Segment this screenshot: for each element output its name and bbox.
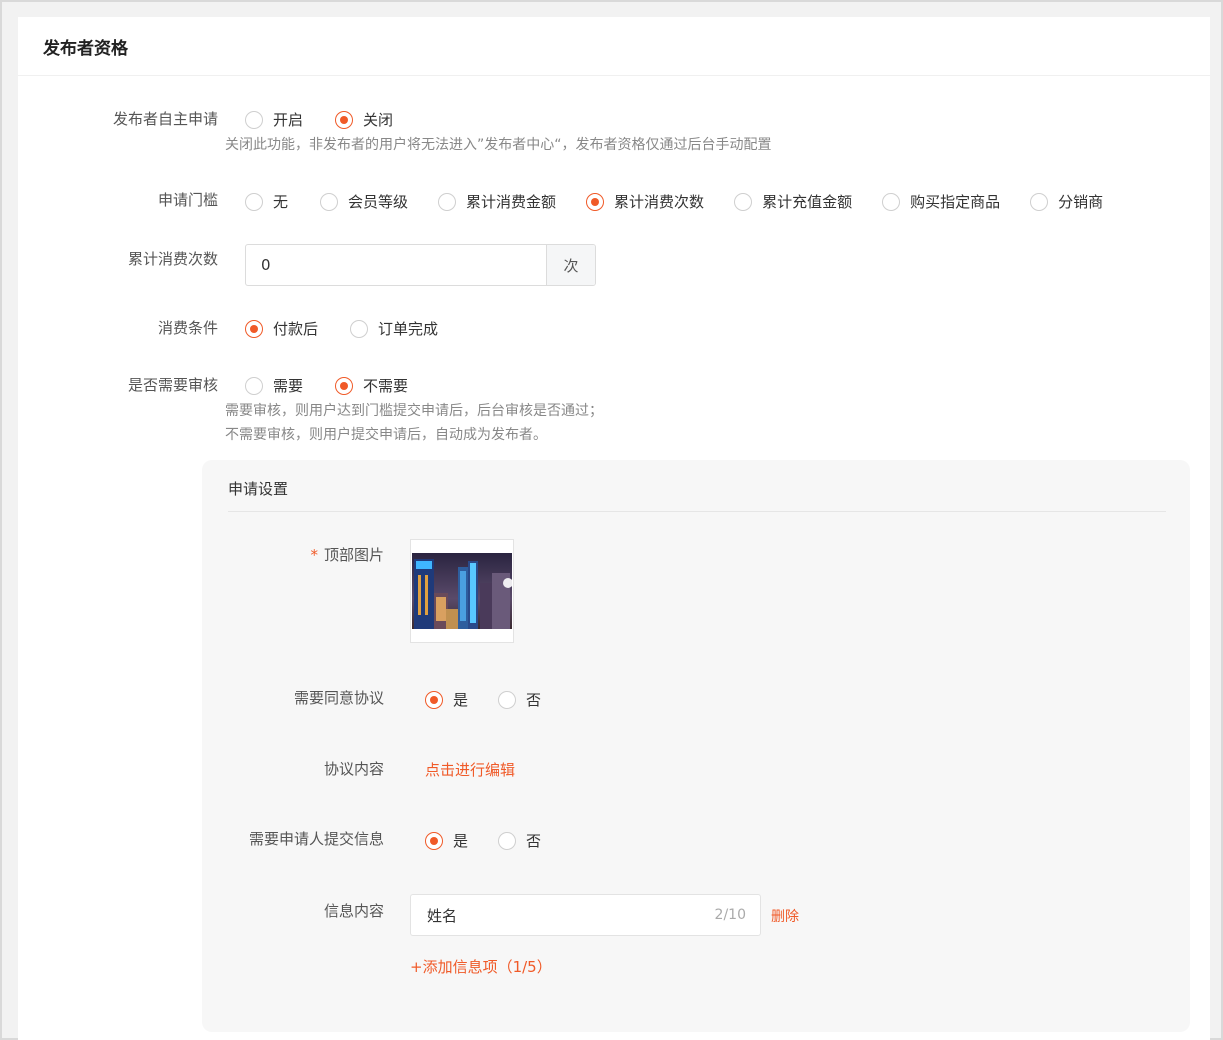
radio-dot-selected[interactable] <box>425 831 443 850</box>
threshold-option-total-recharge[interactable]: 累计充值金额 <box>734 191 852 212</box>
condition-option-completed[interactable]: 订单完成 <box>350 318 438 339</box>
apply-settings-panel: 申请设置 * 顶部图片 需要同意协议 是 否 协议内容 点击进行编辑 需要申请人… <box>202 460 1190 1032</box>
page-frame: 发布者资格 发布者自主申请 开启 关闭 关闭此功能，非发布者的用户将无法进入”发… <box>0 0 1223 1040</box>
review-label: 是否需要审核 <box>127 376 218 394</box>
info-item-value[interactable]: 姓名 <box>427 905 715 926</box>
agreement-label: 需要同意协议 <box>293 689 384 707</box>
submit-info-option-yes[interactable]: 是 <box>425 830 468 851</box>
radio-dot[interactable] <box>734 192 753 211</box>
radio-dot[interactable] <box>498 831 517 850</box>
settings-card: 发布者资格 发布者自主申请 开启 关闭 关闭此功能，非发布者的用户将无法进入”发… <box>18 17 1210 1040</box>
condition-option-paid[interactable]: 付款后 <box>245 318 318 339</box>
condition-label: 消费条件 <box>157 319 218 337</box>
delete-info-item-button[interactable]: 删除 <box>771 906 799 926</box>
self-apply-label: 发布者自主申请 <box>112 110 218 128</box>
review-radio-group: 需要 不需要 <box>245 375 408 396</box>
page-title: 发布者资格 <box>43 38 128 59</box>
radio-dot-selected[interactable] <box>335 110 354 129</box>
submit-info-radio-group: 是 否 <box>425 830 541 851</box>
city-night-image <box>412 553 512 629</box>
review-option-required[interactable]: 需要 <box>245 375 303 396</box>
threshold-option-specific-product[interactable]: 购买指定商品 <box>882 191 1000 212</box>
threshold-option-total-amount[interactable]: 累计消费金额 <box>438 191 556 212</box>
info-content-label: 信息内容 <box>323 902 384 920</box>
radio-dot-selected[interactable] <box>425 690 443 709</box>
apply-settings-title: 申请设置 <box>228 480 289 498</box>
agreement-option-no[interactable]: 否 <box>498 689 541 710</box>
count-label: 累计消费次数 <box>127 250 218 268</box>
self-apply-option-off[interactable]: 关闭 <box>335 109 393 130</box>
submit-info-option-no[interactable]: 否 <box>498 830 541 851</box>
count-unit: 次 <box>546 245 595 285</box>
card-header: 发布者资格 <box>18 17 1210 76</box>
radio-dot[interactable] <box>245 192 263 211</box>
threshold-option-member-level[interactable]: 会员等级 <box>320 191 408 212</box>
char-counter: 2/10 <box>714 907 746 923</box>
edit-agreement-link[interactable]: 点击进行编辑 <box>425 759 515 780</box>
radio-dot[interactable] <box>498 690 517 709</box>
radio-dot[interactable] <box>245 376 263 395</box>
review-option-not-required[interactable]: 不需要 <box>335 375 408 396</box>
radio-dot[interactable] <box>320 192 339 211</box>
agreement-content-label: 协议内容 <box>323 760 384 778</box>
radio-dot[interactable] <box>438 192 457 211</box>
count-input[interactable]: 0 <box>246 245 546 285</box>
threshold-option-none[interactable]: 无 <box>245 191 288 212</box>
count-input-group[interactable]: 0 次 <box>245 244 596 286</box>
agreement-option-yes[interactable]: 是 <box>425 689 468 710</box>
radio-dot-selected[interactable] <box>586 192 605 211</box>
required-mark: * <box>310 546 318 564</box>
radio-dot[interactable] <box>1030 192 1049 211</box>
condition-radio-group: 付款后 订单完成 <box>245 318 438 339</box>
info-item-input[interactable]: 姓名 2/10 <box>410 894 761 936</box>
top-image-label: * 顶部图片 <box>310 546 384 564</box>
agreement-radio-group: 是 否 <box>425 689 541 710</box>
divider <box>228 511 1166 512</box>
radio-dot[interactable] <box>245 110 263 129</box>
radio-dot-selected[interactable] <box>335 376 354 395</box>
top-image-upload[interactable] <box>410 539 514 643</box>
threshold-label: 申请门槛 <box>157 191 218 209</box>
self-apply-option-on[interactable]: 开启 <box>245 109 303 130</box>
radio-dot[interactable] <box>882 192 901 211</box>
submit-info-label: 需要申请人提交信息 <box>248 830 384 848</box>
threshold-radio-group: 无 会员等级 累计消费金额 累计消费次数 累计充值金额 购买指定商品 分销商 <box>245 191 1103 212</box>
radio-dot-selected[interactable] <box>245 319 263 338</box>
self-apply-radio-group: 开启 关闭 <box>245 109 393 130</box>
review-hint-2: 不需要审核，则用户提交申请后，自动成为发布者。 <box>225 427 547 443</box>
radio-dot[interactable] <box>350 319 369 338</box>
review-hint-1: 需要审核，则用户达到门槛提交申请后，后台审核是否通过； <box>225 403 603 419</box>
threshold-option-total-count[interactable]: 累计消费次数 <box>586 191 704 212</box>
threshold-option-distributor[interactable]: 分销商 <box>1030 191 1103 212</box>
add-info-item-button[interactable]: +添加信息项（1/5） <box>410 956 552 977</box>
self-apply-hint: 关闭此功能，非发布者的用户将无法进入”发布者中心“，发布者资格仅通过后台手动配置 <box>225 137 772 153</box>
